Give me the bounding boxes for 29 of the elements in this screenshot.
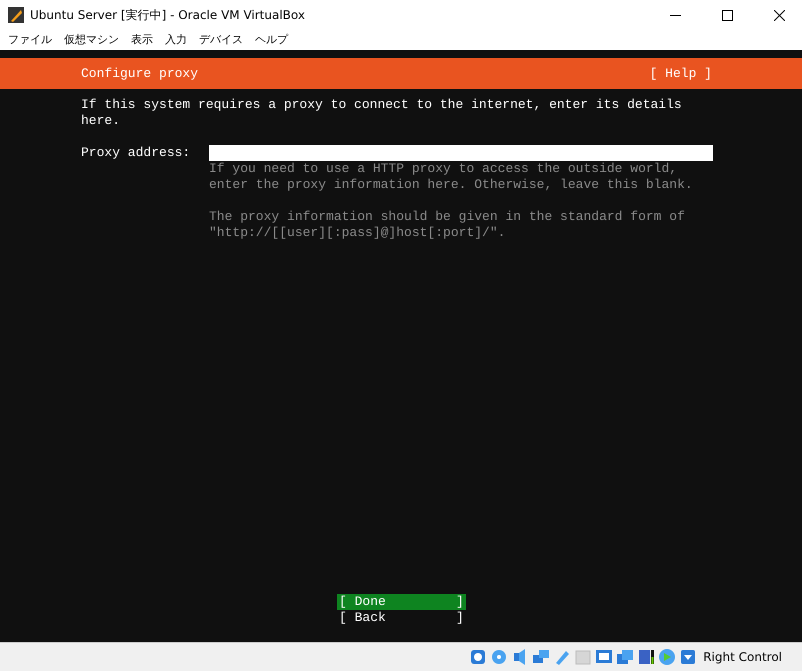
menu-button[interactable]: [ Done ] (337, 594, 466, 610)
proxy-input-field[interactable] (209, 145, 713, 161)
window-title: Ubuntu Server [実行中] - Oracle VM VirtualBox (30, 6, 306, 24)
intro-text: here. (81, 113, 122, 129)
host-key-label: Right Control (703, 650, 782, 664)
network-icon[interactable] (532, 648, 550, 666)
menu-item[interactable]: ファイル (2, 32, 58, 47)
menu-item[interactable]: 仮想マシン (58, 32, 125, 47)
cpu-icon[interactable] (637, 648, 656, 666)
menu-button[interactable]: [ Back ] (337, 610, 466, 626)
close-icon (774, 10, 784, 20)
hint-text: "http://[[user][:pass]@]host[:port]/". (209, 225, 506, 241)
menu-item[interactable]: ヘルプ (249, 32, 294, 47)
field-label: Proxy address: (81, 145, 192, 162)
screen-title: Configure proxy (81, 66, 198, 82)
keyboard-icon[interactable] (679, 648, 698, 666)
optical-icon[interactable] (490, 648, 508, 666)
hint-text: If you need to use a HTTP proxy to access the outside world, (209, 161, 678, 177)
app-icon (8, 7, 24, 23)
maximize-icon (722, 10, 732, 20)
capture-icon[interactable] (616, 648, 634, 666)
hint-text: enter the proxy information here. Otherwise, leave this blank. (209, 177, 694, 193)
menu-item[interactable]: デバイス (193, 32, 249, 47)
intro-text: If this system requires a proxy to connect to the internet, enter its details (81, 97, 683, 113)
display-icon[interactable] (595, 648, 614, 666)
hint-text: The proxy information should be given in the standard form of (209, 209, 686, 225)
help-link[interactable]: [ Help ] (650, 66, 712, 82)
menu-item[interactable]: 入力 (159, 32, 193, 47)
menu-item[interactable]: 表示 (125, 32, 159, 47)
